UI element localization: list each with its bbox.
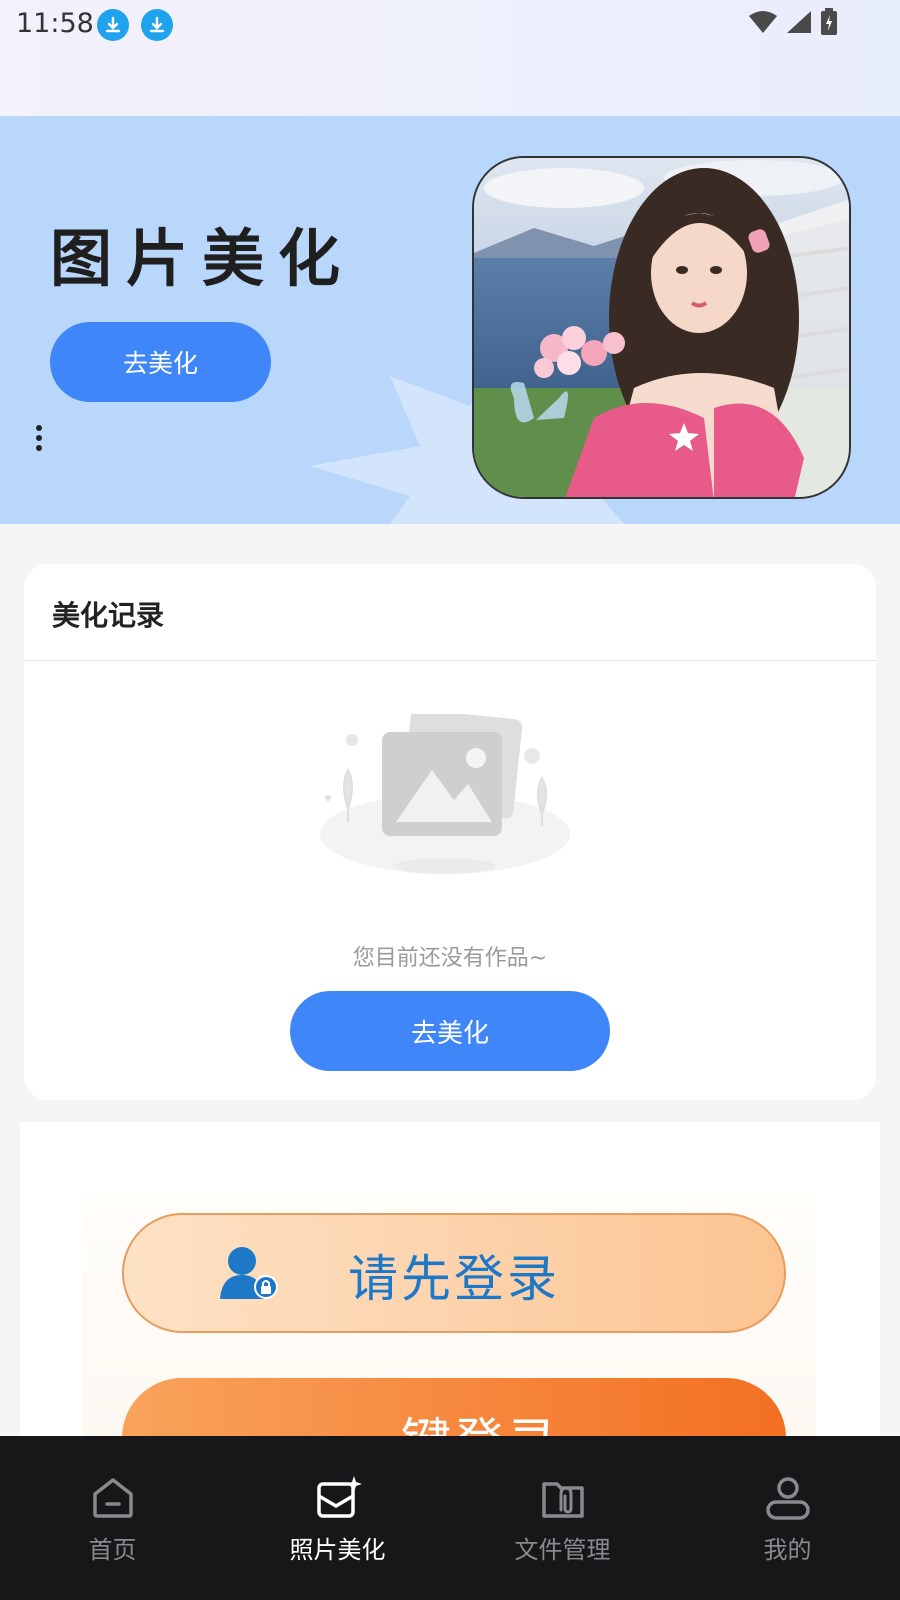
- nav-label-profile: 我的: [763, 1536, 812, 1564]
- nav-label-home: 首页: [88, 1536, 137, 1564]
- banner-sample-photo: [472, 156, 851, 499]
- nav-item-home[interactable]: 首页: [0, 1436, 225, 1600]
- profile-icon: [765, 1477, 810, 1520]
- user-lock-icon: [220, 1247, 278, 1299]
- bottom-nav: 首页 照片美化 文件管理 我的: [0, 1436, 900, 1600]
- photo-sparkle-icon: [316, 1476, 362, 1518]
- record-title: 美化记录: [52, 599, 165, 632]
- nav-label-photo-beautify: 照片美化: [289, 1536, 386, 1564]
- record-beautify-button[interactable]: 去美化: [290, 991, 610, 1071]
- beautify-record-card: 美化记录 您目前还没有作品~ 去美化: [24, 564, 876, 1100]
- banner-beautify-button[interactable]: 去美化: [50, 322, 271, 402]
- status-bar: 11:58: [0, 0, 900, 116]
- empty-gallery-icon: [320, 714, 570, 874]
- nav-item-file-manager[interactable]: 文件管理: [450, 1436, 675, 1600]
- signal-icon: [786, 10, 812, 38]
- folder-clip-icon: [541, 1482, 584, 1518]
- nav-item-profile[interactable]: 我的: [675, 1436, 900, 1600]
- wifi-icon: [748, 10, 778, 38]
- download-icon: [97, 9, 129, 41]
- home-icon: [92, 1478, 133, 1518]
- divider: [24, 660, 876, 661]
- battery-icon: [820, 8, 838, 40]
- login-prompt-button[interactable]: 请先登录: [122, 1213, 786, 1333]
- empty-state-text: 您目前还没有作品~: [352, 946, 548, 971]
- login-prompt-label: 请先登录: [348, 1250, 560, 1308]
- download-icon: [141, 9, 173, 41]
- more-vertical-icon[interactable]: [34, 424, 44, 452]
- hero-banner: 图片美化 去美化: [0, 116, 900, 524]
- login-ad-panel: 请先登录 一键登录: [20, 1122, 880, 1498]
- nav-label-file-manager: 文件管理: [514, 1536, 611, 1564]
- status-time: 11:58: [16, 8, 94, 39]
- nav-item-photo-beautify[interactable]: 照片美化: [225, 1436, 450, 1600]
- banner-title: 图片美化: [50, 222, 355, 295]
